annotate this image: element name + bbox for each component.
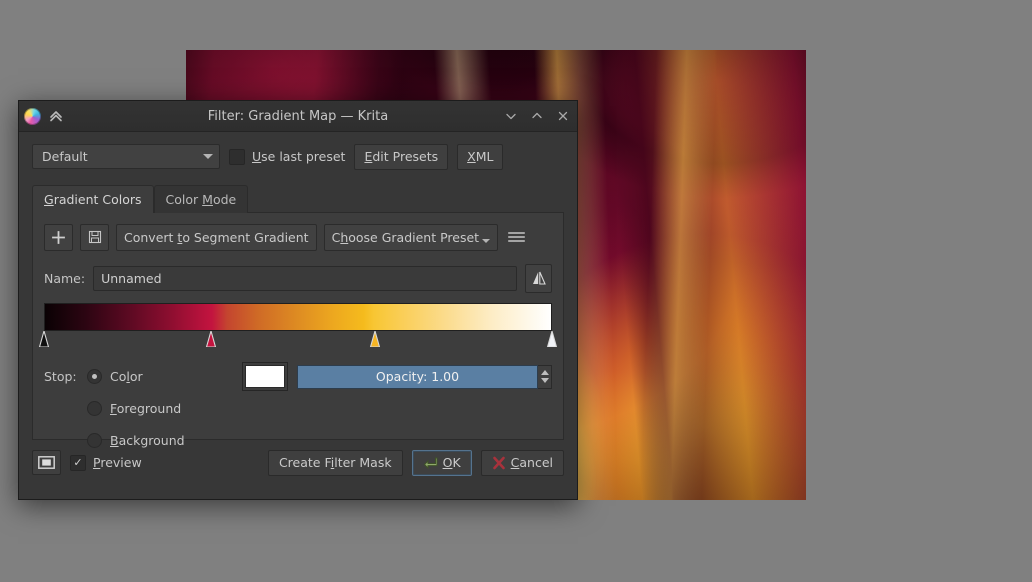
use-last-preset-row[interactable]: UUse last presetse last preset bbox=[229, 149, 345, 165]
preview-checkbox-row[interactable]: ✓ Preview bbox=[70, 455, 142, 471]
maximize-button[interactable] bbox=[529, 108, 545, 124]
enter-arrow-icon bbox=[423, 456, 438, 470]
save-gradient-button[interactable] bbox=[80, 224, 109, 251]
radio-foreground-label: Foreground bbox=[110, 401, 181, 416]
radio-color-label: Color bbox=[110, 369, 143, 384]
triangle-down-icon bbox=[203, 154, 213, 159]
chevron-double-up-icon bbox=[46, 106, 66, 126]
stop-option-color[interactable]: Color bbox=[87, 369, 242, 384]
stop-label: Stop: bbox=[44, 369, 87, 384]
close-button[interactable] bbox=[555, 108, 571, 124]
gradient-stop-handle-1[interactable] bbox=[205, 331, 216, 347]
tab-bar: Gradient Colors Color Mode bbox=[19, 176, 577, 212]
gradient-map-dialog: Filter: Gradient Map — Krita bbox=[18, 100, 578, 500]
radio-background-label: Background bbox=[110, 433, 185, 448]
minimize-button[interactable] bbox=[503, 108, 519, 124]
ok-button[interactable]: OK bbox=[412, 450, 472, 476]
tab-color-mode[interactable]: Color Mode bbox=[154, 185, 249, 213]
xml-button[interactable]: XML bbox=[457, 144, 503, 170]
preview-label: Preview bbox=[93, 455, 142, 470]
stop-option-foreground[interactable]: Foreground bbox=[87, 401, 242, 416]
gradient-preview-strip[interactable] bbox=[44, 303, 552, 331]
radio-color[interactable] bbox=[87, 369, 102, 384]
triangle-down-icon bbox=[482, 239, 490, 243]
gradient-stop-handle-0[interactable] bbox=[39, 331, 50, 347]
gradient-menu-button[interactable] bbox=[505, 225, 527, 249]
tab-gradient-colors[interactable]: Gradient Colors bbox=[32, 185, 154, 213]
preset-combobox-value: Default bbox=[42, 149, 203, 164]
stop-color-row: Stop: Color Opacity: 1.00 bbox=[44, 361, 552, 393]
gradient-name-input[interactable] bbox=[93, 266, 517, 291]
keep-above-button[interactable] bbox=[46, 106, 66, 126]
stop-option-background[interactable]: Background bbox=[87, 433, 242, 448]
choose-gradient-preset-button[interactable]: Choose Gradient Preset bbox=[324, 224, 499, 251]
plus-icon bbox=[51, 230, 66, 245]
gradient-colors-panel: Convert to Segment Gradient Choose Gradi… bbox=[32, 212, 564, 440]
preview-panel-toggle-button[interactable] bbox=[32, 450, 61, 475]
krita-logo-icon bbox=[24, 108, 41, 125]
edit-presets-button[interactable]: Edit Presets bbox=[354, 144, 448, 170]
add-stop-button[interactable] bbox=[44, 224, 73, 251]
gradient-name-label: Name: bbox=[44, 271, 85, 286]
radio-foreground[interactable] bbox=[87, 401, 102, 416]
gradient-toolbar: Convert to Segment Gradient Choose Gradi… bbox=[44, 224, 552, 251]
use-last-preset-label: UUse last presetse last preset bbox=[252, 149, 345, 164]
gradient-stop-handle-2[interactable] bbox=[369, 331, 380, 347]
chevron-up-icon bbox=[530, 109, 544, 123]
dialog-titlebar[interactable]: Filter: Gradient Map — Krita bbox=[19, 101, 577, 132]
opacity-value-label: Opacity: 1.00 bbox=[376, 369, 459, 384]
opacity-slider[interactable]: Opacity: 1.00 bbox=[297, 365, 538, 389]
stop-color-swatch[interactable] bbox=[245, 365, 285, 388]
hamburger-menu-icon bbox=[508, 230, 525, 244]
window-controls bbox=[503, 108, 571, 124]
gradient-stop-handle-3[interactable] bbox=[547, 331, 558, 347]
stop-color-swatch-holder[interactable] bbox=[242, 362, 288, 391]
convert-to-segment-gradient-button[interactable]: Convert to Segment Gradient bbox=[116, 224, 317, 251]
gradient-editor bbox=[44, 303, 552, 351]
screen: Filter: Gradient Map — Krita bbox=[0, 0, 1032, 582]
create-filter-mask-button[interactable]: Create Filter Mask bbox=[268, 450, 403, 476]
use-last-preset-checkbox[interactable] bbox=[229, 149, 245, 165]
gradient-stops-track[interactable] bbox=[44, 331, 552, 351]
close-x-icon bbox=[556, 109, 570, 123]
dialog-title: Filter: Gradient Map — Krita bbox=[19, 109, 577, 124]
mirror-horizontal-icon bbox=[531, 270, 547, 286]
spinner-up-icon[interactable] bbox=[541, 370, 549, 375]
split-panel-icon bbox=[38, 456, 55, 469]
stop-foreground-row: Foreground bbox=[44, 393, 552, 425]
preset-row: Default UUse last presetse last preset E… bbox=[19, 132, 577, 176]
radio-background[interactable] bbox=[87, 433, 102, 448]
preset-combobox[interactable]: Default bbox=[32, 144, 220, 169]
preview-checkbox[interactable]: ✓ bbox=[70, 455, 86, 471]
red-x-icon bbox=[492, 456, 506, 470]
cancel-button[interactable]: Cancel bbox=[481, 450, 564, 476]
gradient-name-row: Name: bbox=[44, 264, 552, 293]
spinner-down-icon[interactable] bbox=[541, 378, 549, 383]
flip-gradient-button[interactable] bbox=[525, 264, 552, 293]
chevron-down-icon bbox=[504, 109, 518, 123]
floppy-save-icon bbox=[88, 230, 102, 244]
opacity-spinner[interactable] bbox=[538, 365, 552, 389]
